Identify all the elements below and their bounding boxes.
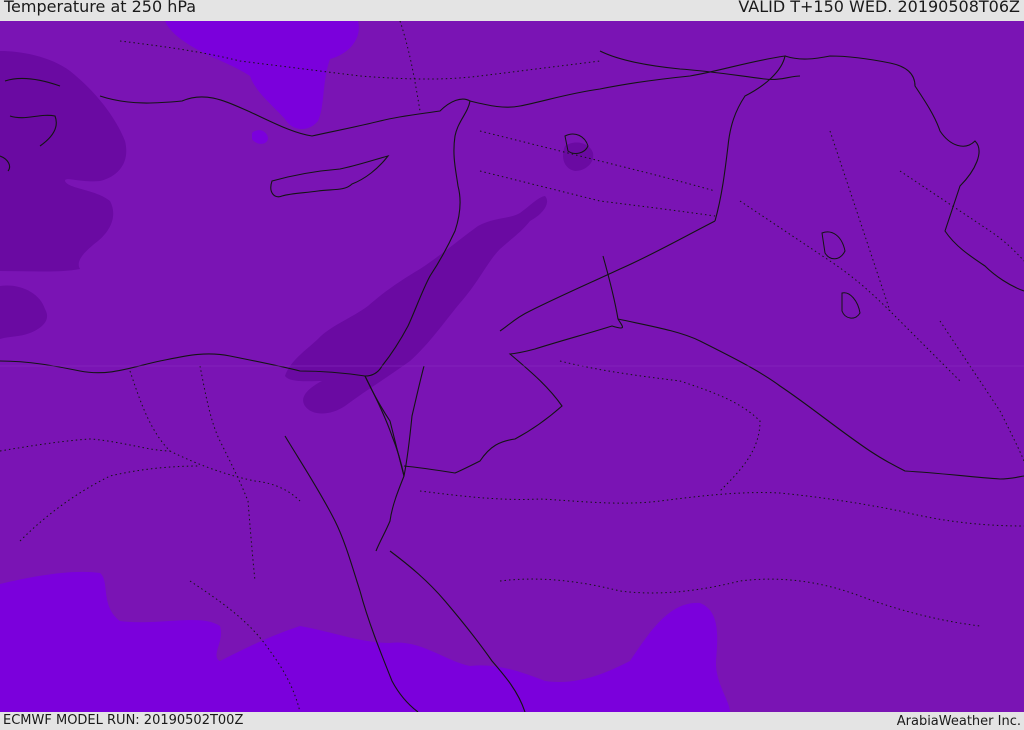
valid-time: VALID T+150 WED. 20190508T06Z bbox=[738, 0, 1020, 16]
credit-label: ArabiaWeather Inc. bbox=[896, 714, 1021, 729]
map-footer: ECMWF MODEL RUN: 20190502T00Z ArabiaWeat… bbox=[0, 712, 1024, 729]
temperature-map bbox=[0, 21, 1024, 712]
model-run-label: ECMWF MODEL RUN: 20190502T00Z bbox=[3, 713, 244, 728]
map-canvas bbox=[0, 21, 1024, 712]
map-title: Temperature at 250 hPa bbox=[4, 0, 197, 16]
map-header: Temperature at 250 hPa VALID T+150 WED. … bbox=[0, 0, 1024, 21]
base-temperature-field bbox=[0, 21, 1024, 712]
